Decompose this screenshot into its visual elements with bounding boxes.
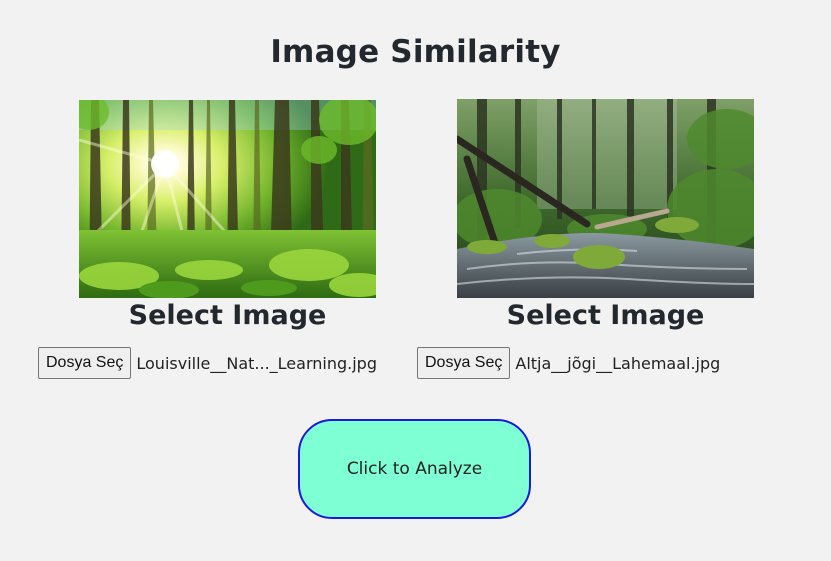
right-select-image-heading: Select Image: [506, 300, 705, 331]
right-file-input[interactable]: Dosya Seç Altja__jõgi__Lahemaal.jpg: [417, 347, 720, 379]
right-file-name: Altja__jõgi__Lahemaal.jpg: [515, 353, 721, 373]
left-select-image-heading: Select Image: [128, 300, 327, 331]
left-file-name: Louisville__Nat..._Learning.jpg: [136, 353, 377, 373]
left-image-preview: [79, 100, 376, 298]
left-choose-file-button[interactable]: Dosya Seç: [38, 347, 132, 379]
right-choose-file-button[interactable]: Dosya Seç: [417, 347, 511, 379]
right-image-preview: [457, 99, 754, 298]
analyze-button[interactable]: Click to Analyze: [298, 419, 531, 519]
left-file-input[interactable]: Dosya Seç Louisville__Nat..._Learning.jp…: [38, 347, 377, 379]
page-title: Image Similarity: [270, 34, 561, 70]
page: Image Similarity Select Image Dosya Seç …: [0, 0, 831, 561]
